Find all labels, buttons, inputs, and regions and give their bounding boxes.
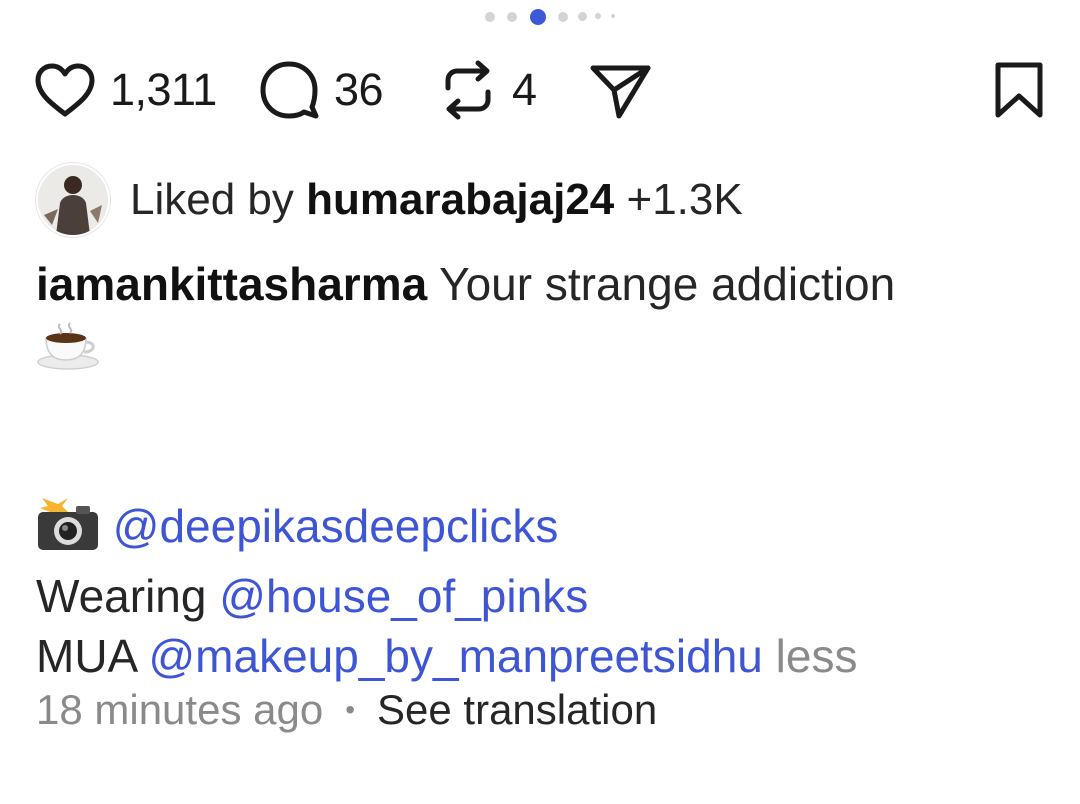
post-meta: 18 minutes ago • See translation xyxy=(36,686,657,734)
carousel-dot xyxy=(595,13,601,19)
carousel-dot xyxy=(578,12,587,21)
camera-flash-icon xyxy=(36,494,100,566)
comment-bubble-icon xyxy=(260,61,319,119)
mua-mention[interactable]: @makeup_by_manpreetsidhu xyxy=(148,630,762,682)
carousel-dot xyxy=(558,12,568,22)
less-button[interactable]: less xyxy=(776,630,858,682)
comment-count: 36 xyxy=(334,64,384,115)
repost-icon xyxy=(445,60,491,120)
like-count: 1,311 xyxy=(110,64,217,115)
send-icon xyxy=(590,65,651,119)
carousel-dot xyxy=(507,12,517,22)
liked-by-prefix: Liked by xyxy=(130,175,294,224)
save-button[interactable] xyxy=(992,58,1046,122)
like-button[interactable]: 1,311 xyxy=(34,58,217,122)
post-caption: iamankittasharma Your strange addiction xyxy=(36,254,1066,686)
comment-button[interactable]: 36 xyxy=(258,58,384,122)
caption-line xyxy=(36,314,1066,374)
wearing-label: Wearing xyxy=(36,570,207,622)
coffee-icon xyxy=(36,320,100,384)
avatar[interactable] xyxy=(36,163,110,237)
bookmark-icon xyxy=(995,62,1043,118)
heart-icon xyxy=(35,63,95,117)
caption-line: iamankittasharma Your strange addiction xyxy=(36,254,1066,314)
mua-label: MUA xyxy=(36,630,136,682)
share-button[interactable] xyxy=(588,58,654,122)
liked-by-others[interactable]: +1.3K xyxy=(627,175,743,224)
meta-separator: • xyxy=(345,694,356,725)
carousel-dot xyxy=(485,12,495,22)
liked-by-row[interactable]: Liked by humarabajaj24 +1.3K xyxy=(36,163,743,237)
carousel-dot xyxy=(611,14,615,18)
carousel-indicator xyxy=(485,8,645,25)
liked-by-text: Liked by humarabajaj24 +1.3K xyxy=(130,175,743,225)
caption-username[interactable]: iamankittasharma xyxy=(36,258,427,310)
photographer-mention[interactable]: @deepikasdeepclicks xyxy=(113,500,559,552)
caption-line: MUA @makeup_by_manpreetsidhu less xyxy=(36,626,1066,686)
post-timestamp: 18 minutes ago xyxy=(36,686,324,733)
carousel-dot-active xyxy=(530,9,546,25)
liked-by-username[interactable]: humarabajaj24 xyxy=(306,175,614,224)
post-action-bar: 1,311 36 4 xyxy=(34,58,1046,122)
caption-text: Your strange addiction xyxy=(439,258,896,310)
repost-count: 4 xyxy=(512,64,537,115)
caption-line: @deepikasdeepclicks xyxy=(36,494,1066,566)
see-translation-link[interactable]: See translation xyxy=(377,686,657,734)
wearing-mention[interactable]: @house_of_pinks xyxy=(219,570,588,622)
caption-line: Wearing @house_of_pinks xyxy=(36,566,1066,626)
repost-button[interactable]: 4 xyxy=(438,58,537,122)
